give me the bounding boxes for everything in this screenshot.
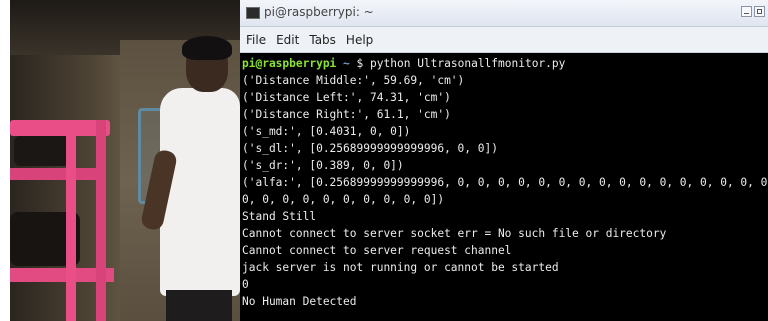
output-line: Cannot connect to server socket err = No…	[242, 227, 667, 240]
output-line: Stand Still	[242, 210, 317, 223]
camera-photo	[10, 0, 240, 321]
prompt-line: pi@raspberrypi ~ $ python Ultrasonallfmo…	[242, 55, 768, 72]
menu-file[interactable]: File	[246, 33, 266, 47]
output-line: ('s_dl:', [0.25689999999999996, 0, 0])	[242, 142, 498, 155]
photo-pink-shelf	[10, 168, 106, 180]
output-line: ('Distance Middle:', 59.69, 'cm')	[242, 74, 465, 87]
output-line: ('alfa:', [0.25689999999999996, 0, 0, 0,…	[242, 176, 768, 189]
output-line: jack server is not running or cannot be …	[242, 261, 559, 274]
terminal-icon	[246, 7, 260, 19]
photo-person-pants	[166, 290, 232, 321]
photo-person-hair	[182, 36, 232, 60]
command-text: python Ultrasonallfmonitor.py	[370, 57, 566, 70]
maximize-button[interactable]	[754, 6, 765, 17]
menu-bar: File Edit Tabs Help	[240, 27, 768, 53]
output-line: ('Distance Right:', 61.1, 'cm')	[242, 108, 451, 121]
photo-pink-post	[66, 120, 76, 321]
output-line: ('s_md:', [0.4031, 0, 0])	[242, 125, 411, 138]
prompt-symbol: $	[356, 57, 364, 70]
output-line: ('Distance Left:', 74.31, 'cm')	[242, 91, 451, 104]
output-line: No Human Detected	[242, 295, 357, 308]
minimize-button[interactable]	[741, 6, 752, 17]
photo-pink-post	[96, 120, 106, 321]
menu-help[interactable]: Help	[346, 33, 373, 47]
title-bar[interactable]: pi@raspberrypi: ~	[240, 0, 768, 27]
output-line: ('s_dr:', [0.389, 0, 0])	[242, 159, 404, 172]
terminal-output[interactable]: pi@raspberrypi ~ $ python Ultrasonallfmo…	[240, 54, 768, 321]
output-line: 0, 0, 0, 0, 0, 0, 0, 0, 0, 0])	[242, 193, 445, 206]
output-line: 0	[242, 278, 249, 291]
photo-person-shirt	[160, 88, 240, 296]
terminal-window: pi@raspberrypi: ~ File Edit Tabs Help pi…	[240, 0, 768, 321]
menu-edit[interactable]: Edit	[276, 33, 299, 47]
prompt-path: ~	[343, 57, 350, 70]
menu-tabs[interactable]: Tabs	[309, 33, 336, 47]
photo-pink-shelf	[10, 120, 110, 136]
photo-bag	[14, 136, 74, 166]
output-line: Cannot connect to server request channel	[242, 244, 512, 257]
prompt-user: pi@raspberrypi	[242, 57, 337, 70]
window-title: pi@raspberrypi: ~	[264, 5, 374, 19]
